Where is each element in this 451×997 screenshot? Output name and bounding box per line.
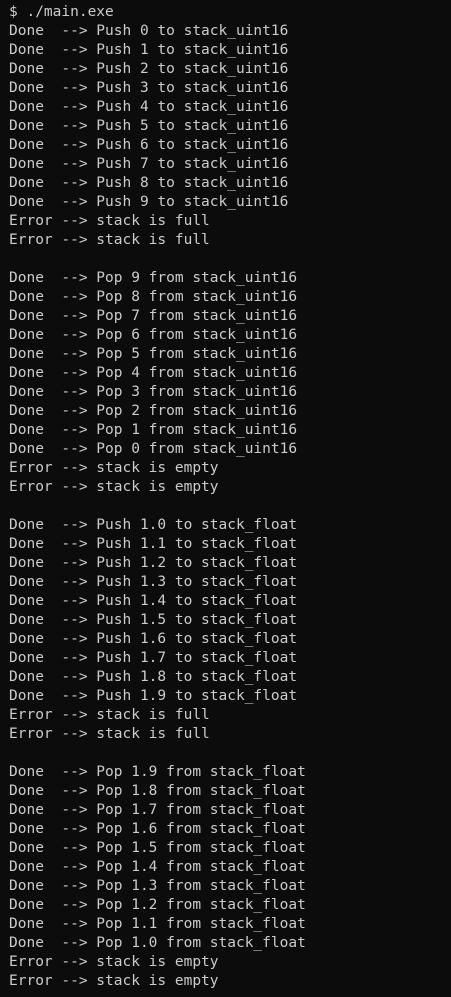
output-line: Done --> Pop 1.5 from stack_float	[9, 840, 306, 856]
output-line: Done --> Pop 1.3 from stack_float	[9, 878, 306, 894]
output-line: Error --> stack is full	[9, 707, 210, 723]
output-line: Done --> Push 1.6 to stack_float	[9, 631, 298, 647]
output-line: Done --> Pop 1 from stack_uint16	[9, 422, 298, 438]
output-line: Done --> Pop 1.9 from stack_float	[9, 764, 306, 780]
output-line: Done --> Push 5 to stack_uint16	[9, 118, 289, 134]
output-line: Done --> Push 1 to stack_uint16	[9, 42, 289, 58]
output-line: Done --> Push 1.2 to stack_float	[9, 555, 298, 571]
output-line: Done --> Push 4 to stack_uint16	[9, 99, 289, 115]
output-line: Done --> Push 1.7 to stack_float	[9, 650, 298, 666]
output-line: Done --> Push 1.5 to stack_float	[9, 612, 298, 628]
output-line: Error --> stack is full	[9, 232, 210, 248]
output-line: Done --> Push 2 to stack_uint16	[9, 61, 289, 77]
output-line: Done --> Push 9 to stack_uint16	[9, 194, 289, 210]
output-line: Done --> Pop 8 from stack_uint16	[9, 289, 298, 305]
output-line: Done --> Pop 1.4 from stack_float	[9, 859, 306, 875]
output-line: Done --> Pop 1.2 from stack_float	[9, 897, 306, 913]
output-line: Done --> Pop 6 from stack_uint16	[9, 327, 298, 343]
output-line: Done --> Pop 1.1 from stack_float	[9, 916, 306, 932]
output-line: Done --> Pop 0 from stack_uint16	[9, 441, 298, 457]
command-line: $ ./main.exe	[9, 4, 114, 20]
output-line: Done --> Pop 2 from stack_uint16	[9, 403, 298, 419]
terminal-output[interactable]: $ ./main.exe Done --> Push 0 to stack_uin…	[0, 0, 451, 997]
output-line: Done --> Push 3 to stack_uint16	[9, 80, 289, 96]
output-line: Done --> Pop 1.6 from stack_float	[9, 821, 306, 837]
output-line: Error --> stack is empty	[9, 460, 219, 476]
output-line: Done --> Push 1.8 to stack_float	[9, 669, 298, 685]
output-line: Done --> Pop 1.0 from stack_float	[9, 935, 306, 951]
output-line: Done --> Push 7 to stack_uint16	[9, 156, 289, 172]
output-line: Done --> Pop 7 from stack_uint16	[9, 308, 298, 324]
output-line: Done --> Push 1.4 to stack_float	[9, 593, 298, 609]
output-line: Error --> stack is full	[9, 213, 210, 229]
output-line: Done --> Pop 1.7 from stack_float	[9, 802, 306, 818]
output-line: Done --> Pop 3 from stack_uint16	[9, 384, 298, 400]
output-line: Done --> Pop 9 from stack_uint16	[9, 270, 298, 286]
output-line: Done --> Push 8 to stack_uint16	[9, 175, 289, 191]
output-line: Done --> Pop 1.8 from stack_float	[9, 783, 306, 799]
output-line: Done --> Push 0 to stack_uint16	[9, 23, 289, 39]
output-line: Error --> stack is full	[9, 726, 210, 742]
output-line: Done --> Push 1.9 to stack_float	[9, 688, 298, 704]
output-line: Done --> Pop 4 from stack_uint16	[9, 365, 298, 381]
output-line: Done --> Push 1.3 to stack_float	[9, 574, 298, 590]
output-line: Error --> stack is empty	[9, 954, 219, 970]
output-line: Done --> Pop 5 from stack_uint16	[9, 346, 298, 362]
output-line: Error --> stack is empty	[9, 479, 219, 495]
output-line: Done --> Push 1.0 to stack_float	[9, 517, 298, 533]
output-line: Error --> stack is empty	[9, 973, 219, 989]
output-line: Done --> Push 6 to stack_uint16	[9, 137, 289, 153]
output-line: Done --> Push 1.1 to stack_float	[9, 536, 298, 552]
